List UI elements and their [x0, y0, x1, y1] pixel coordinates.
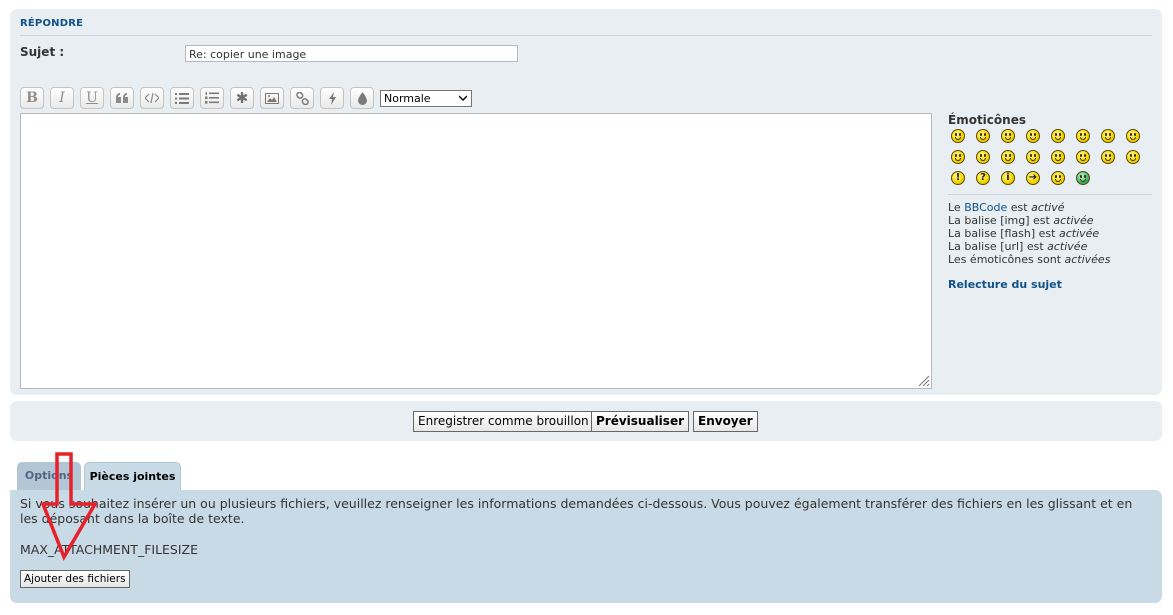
code-button[interactable]	[140, 87, 164, 109]
quote-button[interactable]	[110, 87, 134, 109]
image-button[interactable]	[260, 87, 284, 109]
emoticon-icon[interactable]: ➔	[1026, 171, 1040, 185]
emoticon-icon[interactable]	[951, 150, 965, 164]
subject-input[interactable]: Re: copier une image	[185, 45, 518, 62]
add-files-button[interactable]: Ajouter des fichiers	[20, 570, 130, 588]
message-textarea[interactable]	[20, 113, 932, 389]
emoticon-icon[interactable]	[1101, 129, 1115, 143]
numbered-list-button[interactable]	[200, 87, 224, 109]
red-arrow-annotation	[40, 452, 99, 561]
emoticon-icon[interactable]	[1001, 150, 1015, 164]
url-tag-line: La balise [url] est activée	[948, 240, 1088, 253]
emoticon-icon[interactable]: !	[951, 171, 965, 185]
topic-review-link[interactable]: Relecture du sujet	[948, 278, 1062, 291]
bbcode-line: Le BBCode est activé	[948, 201, 1065, 214]
emoticon-icon[interactable]	[1076, 150, 1090, 164]
emoticons-status-line: Les émoticônes sont activées	[948, 253, 1111, 266]
emoticon-icon[interactable]	[1051, 129, 1065, 143]
image-icon	[265, 92, 279, 104]
list-item-icon: ✱	[235, 89, 249, 107]
list-icon	[175, 92, 189, 104]
section-title: RÉPONDRE	[20, 18, 84, 29]
submit-button[interactable]: Envoyer	[693, 411, 758, 432]
emoticon-icon[interactable]	[976, 150, 990, 164]
color-button[interactable]	[350, 87, 374, 109]
chevron-down-icon	[459, 95, 467, 101]
code-icon	[145, 93, 159, 103]
underline-button[interactable]: U	[80, 87, 104, 109]
emoticon-icon[interactable]	[1076, 129, 1090, 143]
italic-button[interactable]: I	[50, 87, 74, 109]
img-tag-line: La balise [img] est activée	[948, 214, 1094, 227]
resize-grip-icon[interactable]	[916, 373, 930, 387]
quote-icon	[116, 93, 128, 103]
emoticon-icon[interactable]: ?	[976, 171, 990, 185]
list-button[interactable]	[170, 87, 194, 109]
attachments-description: Si vous souhaitez insérer un ou plusieur…	[20, 496, 1133, 526]
divider	[948, 194, 1152, 195]
font-size-value: Normale	[384, 92, 431, 105]
flash-button[interactable]	[320, 87, 344, 109]
color-icon	[357, 91, 367, 105]
emoticon-icon[interactable]	[1026, 129, 1040, 143]
emoticon-icon[interactable]	[1126, 129, 1140, 143]
underline-icon: U	[86, 90, 98, 106]
numbered-list-icon	[205, 92, 219, 104]
divider	[20, 35, 1152, 36]
font-size-select[interactable]: Normale	[380, 90, 472, 107]
save-draft-button[interactable]: Enregistrer comme brouillon	[413, 411, 594, 432]
emoticon-icon[interactable]	[1101, 150, 1115, 164]
preview-button[interactable]: Prévisualiser	[591, 411, 689, 432]
emoticon-icon[interactable]	[1001, 129, 1015, 143]
bold-icon: B	[26, 90, 38, 106]
emoticons-title: Émoticônes	[948, 113, 1026, 127]
list-item-button[interactable]: ✱	[230, 87, 254, 109]
emoticon-icon[interactable]	[1076, 171, 1090, 185]
emoticon-icon[interactable]	[1051, 171, 1065, 185]
italic-icon: I	[59, 90, 65, 106]
link-icon	[295, 91, 309, 105]
bbcode-status: Le BBCode est activé La balise [img] est…	[948, 201, 1110, 266]
bold-button[interactable]: B	[20, 87, 44, 109]
emoticon-icon[interactable]: i	[1001, 171, 1015, 185]
emoticon-icon[interactable]	[976, 129, 990, 143]
emoticon-icon[interactable]	[1051, 150, 1065, 164]
subject-label: Sujet :	[20, 45, 65, 59]
bbcode-link[interactable]: BBCode	[964, 201, 1007, 214]
emoticon-icon[interactable]	[951, 129, 965, 143]
emoticon-icon[interactable]	[1026, 150, 1040, 164]
flash-icon	[328, 91, 336, 105]
link-button[interactable]	[290, 87, 314, 109]
flash-tag-line: La balise [flash] est activée	[948, 227, 1100, 240]
emoticon-icon[interactable]	[1126, 150, 1140, 164]
